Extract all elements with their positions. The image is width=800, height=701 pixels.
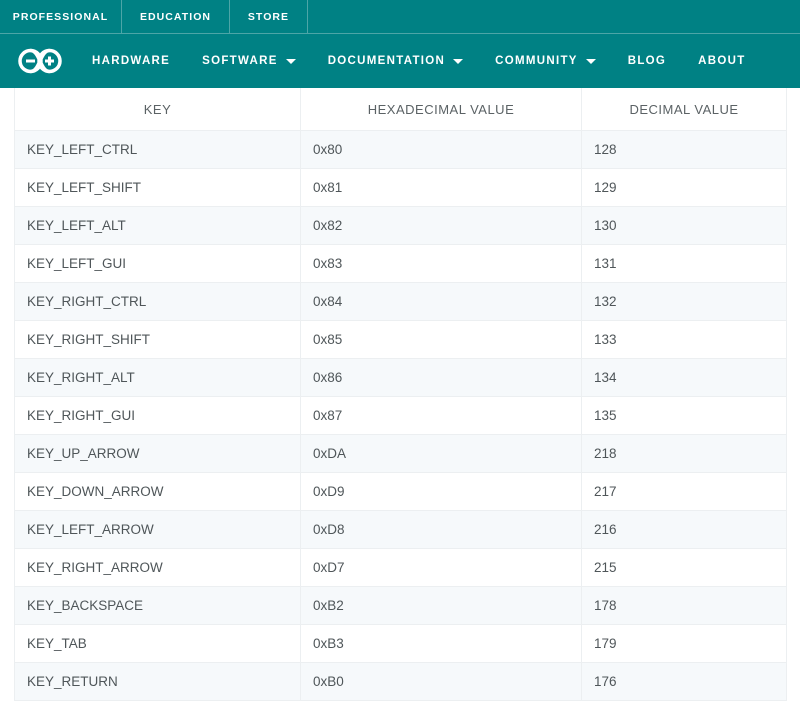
nav-link-about[interactable]: ABOUT <box>698 55 745 67</box>
cell-hexadecimal-value: 0x80 <box>300 130 582 169</box>
nav-link-hardware[interactable]: HARDWARE <box>92 55 170 67</box>
nav-links: HARDWARE SOFTWARE DOCUMENTATION COMMUNIT… <box>92 55 746 67</box>
top-bar-label: PROFESSIONAL <box>12 10 109 23</box>
cell-hexadecimal-value: 0x86 <box>300 358 582 397</box>
cell-key: KEY_LEFT_SHIFT <box>14 168 301 207</box>
arduino-infinity-logo[interactable] <box>16 46 64 76</box>
table-row: KEY_RIGHT_SHIFT 0x85 133 <box>14 320 787 359</box>
table-row: KEY_UP_ARROW 0xDA 218 <box>14 434 787 473</box>
top-bar-label: STORE <box>247 10 290 23</box>
cell-hexadecimal-value: 0xB2 <box>300 586 582 625</box>
nav-link-label: HARDWARE <box>92 55 171 67</box>
nav-link-label: COMMUNITY <box>495 55 578 67</box>
top-bar-item-professional[interactable]: PROFESSIONAL <box>0 0 122 33</box>
cell-hexadecimal-value: 0x87 <box>300 396 582 435</box>
table-row: KEY_RIGHT_ARROW 0xD7 215 <box>14 548 787 587</box>
cell-decimal-value: 130 <box>581 206 787 245</box>
cell-hexadecimal-value: 0x82 <box>300 206 582 245</box>
cell-key: KEY_RIGHT_GUI <box>14 396 301 435</box>
cell-hexadecimal-value: 0x83 <box>300 244 582 283</box>
nav-link-label: SOFTWARE <box>202 55 278 67</box>
table-row: KEY_RIGHT_ALT 0x86 134 <box>14 358 787 397</box>
nav-link-label: ABOUT <box>698 55 746 67</box>
cell-hexadecimal-value: 0x81 <box>300 168 582 207</box>
cell-key: KEY_RIGHT_ALT <box>14 358 301 397</box>
cell-hexadecimal-value: 0xD9 <box>300 472 582 511</box>
nav-link-community[interactable]: COMMUNITY <box>495 55 596 67</box>
cell-hexadecimal-value: 0xD7 <box>300 548 582 587</box>
cell-key: KEY_LEFT_ARROW <box>14 510 301 549</box>
nav-link-documentation[interactable]: DOCUMENTATION <box>327 55 464 67</box>
cell-decimal-value: 215 <box>581 548 787 587</box>
chevron-down-icon <box>585 58 596 64</box>
keyboard-modifiers-table: KEY HEXADECIMAL VALUE DECIMAL VALUE KEY_… <box>14 88 787 701</box>
table-body: KEY_LEFT_CTRL 0x80 128 KEY_LEFT_SHIFT 0x81 12… <box>14 130 787 701</box>
cell-key: KEY_RIGHT_ARROW <box>14 548 301 587</box>
table-head: KEY HEXADECIMAL VALUE DECIMAL VALUE <box>14 88 787 131</box>
cell-decimal-value: 135 <box>581 396 787 435</box>
cell-hexadecimal-value: 0xD8 <box>300 510 582 549</box>
table-row: KEY_TAB 0xB3 179 <box>14 624 787 663</box>
cell-key: KEY_LEFT_GUI <box>14 244 301 283</box>
cell-hexadecimal-value: 0x84 <box>300 282 582 321</box>
nav-link-label: BLOG <box>627 55 667 67</box>
main-navigation-bar: HARDWARE SOFTWARE DOCUMENTATION COMMUNIT… <box>0 34 800 88</box>
chevron-down-icon <box>453 58 464 64</box>
cell-decimal-value: 216 <box>581 510 787 549</box>
nav-link-label: DOCUMENTATION <box>327 55 446 67</box>
cell-hexadecimal-value: 0xB3 <box>300 624 582 663</box>
cell-hexadecimal-value: 0xB0 <box>300 662 582 701</box>
table-row: KEY_RIGHT_GUI 0x87 135 <box>14 396 787 435</box>
cell-decimal-value: 131 <box>581 244 787 283</box>
cell-decimal-value: 128 <box>581 130 787 169</box>
top-bar-spacer <box>308 0 800 33</box>
chevron-down-icon <box>285 58 296 64</box>
cell-hexadecimal-value: 0x85 <box>300 320 582 359</box>
top-bar-item-store[interactable]: STORE <box>230 0 308 33</box>
table-wrapper: KEY HEXADECIMAL VALUE DECIMAL VALUE KEY_… <box>0 88 800 701</box>
cell-key: KEY_BACKSPACE <box>14 586 301 625</box>
cell-decimal-value: 132 <box>581 282 787 321</box>
cell-decimal-value: 218 <box>581 434 787 473</box>
table-row: KEY_LEFT_ARROW 0xD8 216 <box>14 510 787 549</box>
cell-decimal-value: 217 <box>581 472 787 511</box>
top-utility-bar: PROFESSIONAL EDUCATION STORE <box>0 0 800 34</box>
column-header-decimal-value: DECIMAL VALUE <box>581 88 787 131</box>
cell-key: KEY_UP_ARROW <box>14 434 301 473</box>
cell-decimal-value: 178 <box>581 586 787 625</box>
top-bar-item-education[interactable]: EDUCATION <box>122 0 230 33</box>
cell-key: KEY_RIGHT_SHIFT <box>14 320 301 359</box>
column-header-key: KEY <box>14 88 301 131</box>
cell-key: KEY_RIGHT_CTRL <box>14 282 301 321</box>
table-header-row: KEY HEXADECIMAL VALUE DECIMAL VALUE <box>14 88 787 131</box>
table-row: KEY_RIGHT_CTRL 0x84 132 <box>14 282 787 321</box>
nav-link-software[interactable]: SOFTWARE <box>202 55 296 67</box>
nav-link-blog[interactable]: BLOG <box>628 55 666 67</box>
table-row: KEY_DOWN_ARROW 0xD9 217 <box>14 472 787 511</box>
cell-decimal-value: 134 <box>581 358 787 397</box>
table-row: KEY_BACKSPACE 0xB2 178 <box>14 586 787 625</box>
table-row: KEY_RETURN 0xB0 176 <box>14 662 787 701</box>
table-row: KEY_LEFT_CTRL 0x80 128 <box>14 130 787 169</box>
cell-key: KEY_DOWN_ARROW <box>14 472 301 511</box>
cell-decimal-value: 179 <box>581 624 787 663</box>
cell-key: KEY_LEFT_ALT <box>14 206 301 245</box>
cell-hexadecimal-value: 0xDA <box>300 434 582 473</box>
cell-key: KEY_TAB <box>14 624 301 663</box>
table-row: KEY_LEFT_SHIFT 0x81 129 <box>14 168 787 207</box>
top-bar-label: EDUCATION <box>139 10 212 23</box>
table-row: KEY_LEFT_ALT 0x82 130 <box>14 206 787 245</box>
cell-key: KEY_LEFT_CTRL <box>14 130 301 169</box>
cell-decimal-value: 133 <box>581 320 787 359</box>
cell-decimal-value: 176 <box>581 662 787 701</box>
cell-key: KEY_RETURN <box>14 662 301 701</box>
column-header-hexadecimal-value: HEXADECIMAL VALUE <box>300 88 582 131</box>
cell-decimal-value: 129 <box>581 168 787 207</box>
table-row: KEY_LEFT_GUI 0x83 131 <box>14 244 787 283</box>
